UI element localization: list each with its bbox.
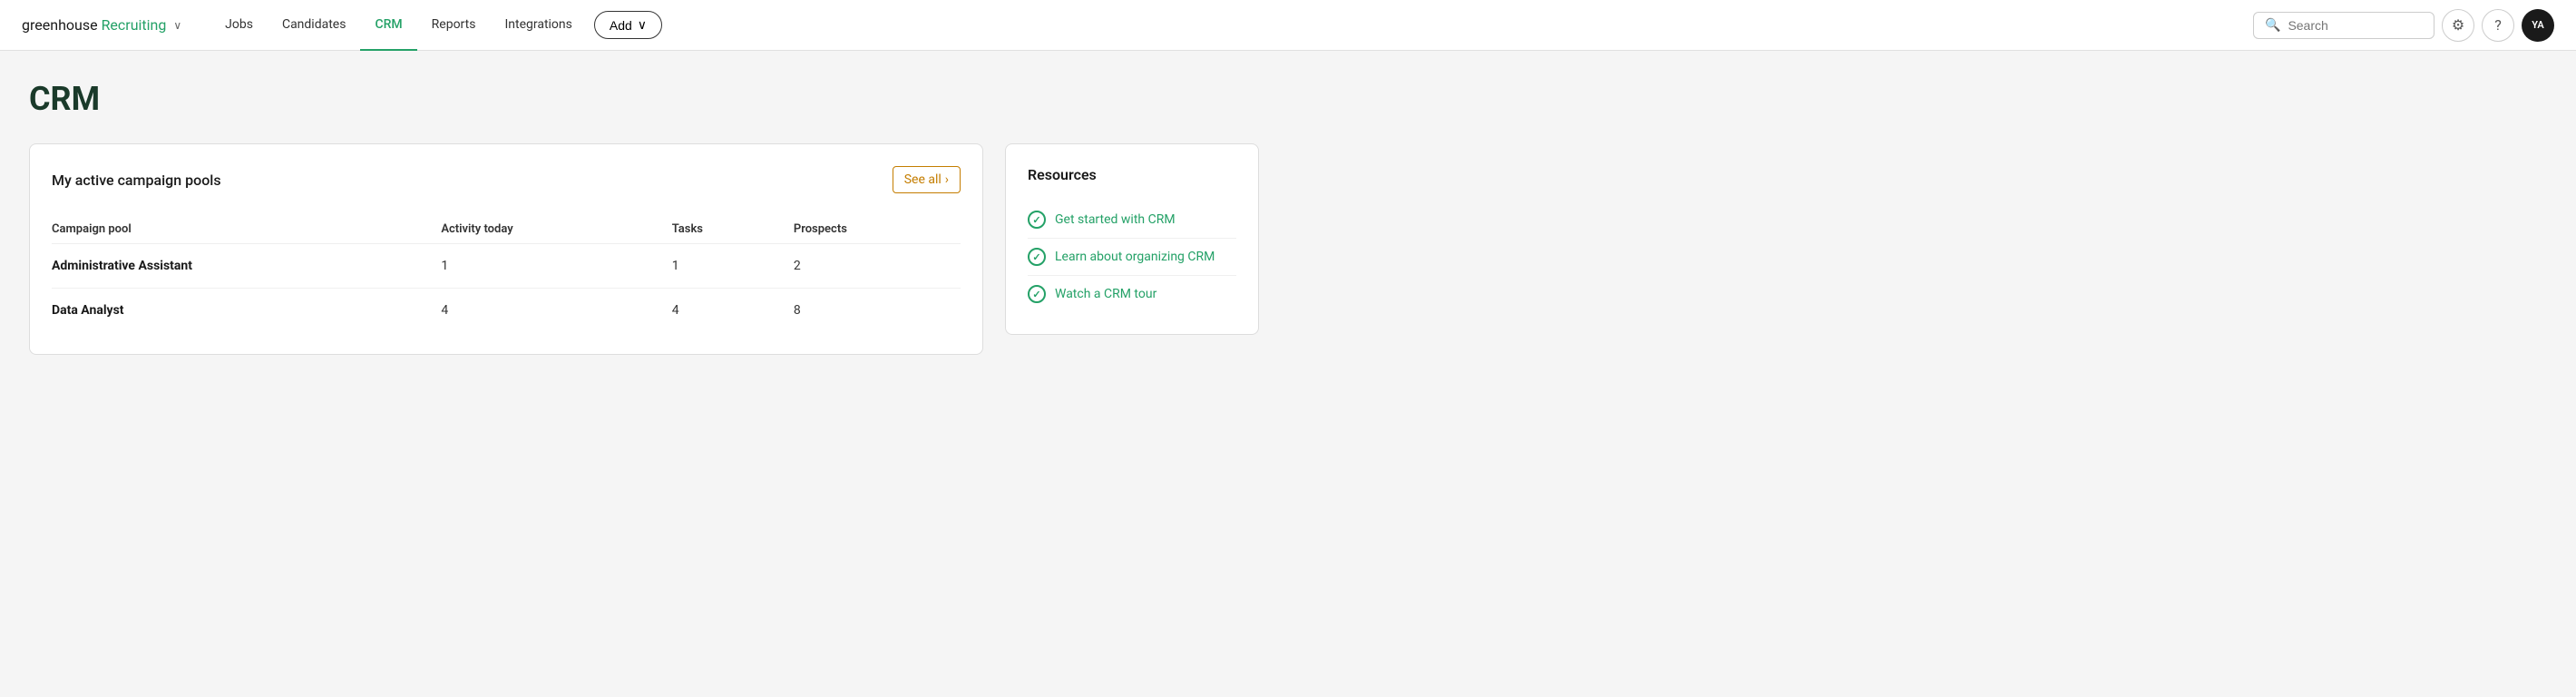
help-button[interactable]: ?: [2482, 9, 2514, 42]
nav-integrations[interactable]: Integrations: [490, 0, 586, 51]
resource-item[interactable]: ✓ Get started with CRM: [1028, 201, 1236, 239]
resource-link[interactable]: Watch a CRM tour: [1055, 287, 1156, 301]
check-circle-icon: ✓: [1028, 211, 1046, 229]
campaign-pools-card: My active campaign pools See all › Campa…: [29, 143, 983, 355]
col-prospects: Prospects: [779, 215, 961, 244]
settings-icon: ⚙: [2452, 16, 2464, 34]
table-header: Campaign pool Activity today Tasks Prosp…: [52, 215, 961, 244]
resource-item[interactable]: ✓ Watch a CRM tour: [1028, 276, 1236, 312]
page-content: CRM My active campaign pools See all › C…: [0, 51, 1288, 384]
cell-activity-today: 1: [426, 244, 657, 289]
check-circle-icon: ✓: [1028, 248, 1046, 266]
cell-tasks: 1: [658, 244, 779, 289]
main-layout: My active campaign pools See all › Campa…: [29, 143, 1259, 355]
cell-tasks: 4: [658, 289, 779, 333]
search-icon: 🔍: [2265, 18, 2280, 33]
cell-prospects: 2: [779, 244, 961, 289]
nav-links: Jobs Candidates CRM Reports Integrations…: [210, 0, 2253, 51]
brand-chevron-icon[interactable]: ∨: [173, 19, 181, 32]
card-header: My active campaign pools See all ›: [52, 166, 961, 193]
add-chevron-icon: ∨: [638, 17, 647, 33]
navbar: greenhouse Recruiting ∨ Jobs Candidates …: [0, 0, 2576, 51]
cell-activity-today: 4: [426, 289, 657, 333]
table-row[interactable]: Data Analyst 4 4 8: [52, 289, 961, 333]
brand-greenhouse: greenhouse: [22, 16, 98, 34]
avatar[interactable]: YA: [2522, 9, 2554, 42]
nav-jobs[interactable]: Jobs: [210, 0, 268, 51]
search-box[interactable]: 🔍: [2253, 12, 2435, 39]
see-all-chevron-icon: ›: [945, 172, 949, 187]
col-activity-today: Activity today: [426, 215, 657, 244]
table-row[interactable]: Administrative Assistant 1 1 2: [52, 244, 961, 289]
campaign-table: Campaign pool Activity today Tasks Prosp…: [52, 215, 961, 332]
resource-link[interactable]: Get started with CRM: [1055, 212, 1176, 227]
resource-item[interactable]: ✓ Learn about organizing CRM: [1028, 239, 1236, 276]
cell-prospects: 8: [779, 289, 961, 333]
table-body: Administrative Assistant 1 1 2 Data Anal…: [52, 244, 961, 333]
resources-card: Resources ✓ Get started with CRM ✓ Learn…: [1005, 143, 1259, 335]
col-tasks: Tasks: [658, 215, 779, 244]
card-title: My active campaign pools: [52, 172, 221, 189]
page-title: CRM: [29, 80, 1259, 118]
nav-crm[interactable]: CRM: [360, 0, 416, 51]
settings-button[interactable]: ⚙: [2442, 9, 2474, 42]
nav-reports[interactable]: Reports: [417, 0, 491, 51]
add-button[interactable]: Add ∨: [594, 11, 662, 39]
brand-recruiting: Recruiting: [102, 16, 167, 34]
see-all-link[interactable]: See all ›: [893, 166, 961, 193]
resources-list: ✓ Get started with CRM ✓ Learn about org…: [1028, 201, 1236, 312]
help-icon: ?: [2494, 16, 2502, 34]
resource-link[interactable]: Learn about organizing CRM: [1055, 250, 1215, 264]
check-circle-icon: ✓: [1028, 285, 1046, 303]
col-campaign-pool: Campaign pool: [52, 215, 426, 244]
search-input[interactable]: [2288, 18, 2423, 33]
resources-title: Resources: [1028, 166, 1236, 183]
cell-campaign-pool: Data Analyst: [52, 289, 426, 333]
nav-candidates[interactable]: Candidates: [268, 0, 361, 51]
cell-campaign-pool: Administrative Assistant: [52, 244, 426, 289]
brand: greenhouse Recruiting ∨: [22, 16, 181, 34]
nav-right: 🔍 ⚙ ? YA: [2253, 9, 2554, 42]
